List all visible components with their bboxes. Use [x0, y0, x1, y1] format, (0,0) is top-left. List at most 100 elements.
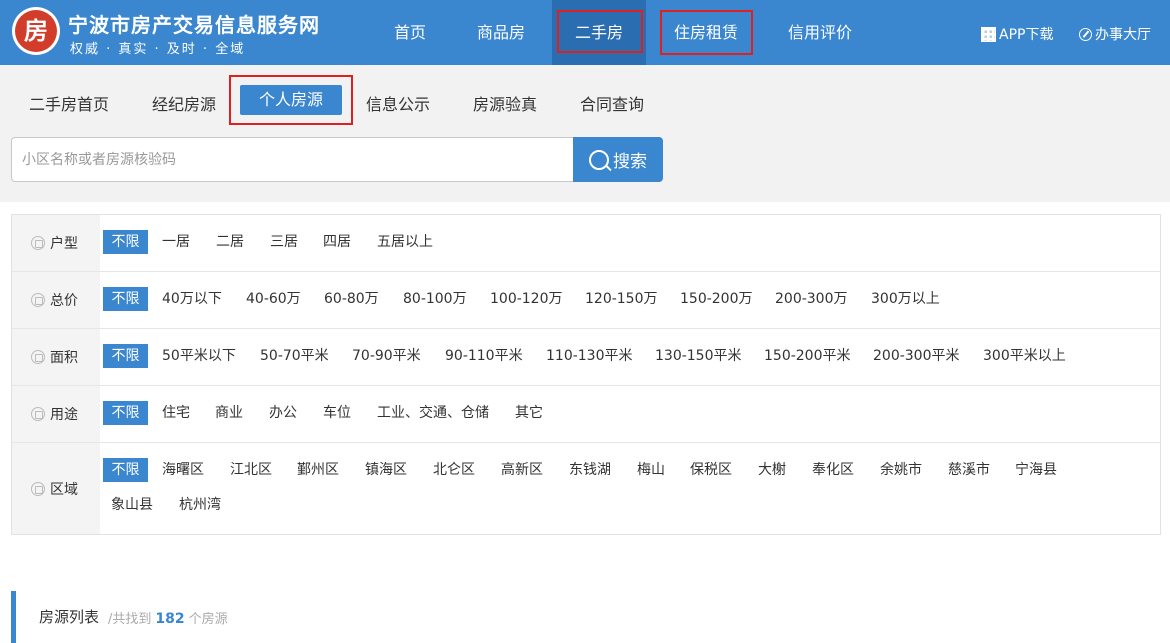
- filter-row-area: 面积 不限 50平米以下 50-70平米 70-90平米 90-110平米 11…: [12, 329, 1160, 386]
- filter-option[interactable]: 保税区: [690, 458, 732, 482]
- filter-row-usage: 用途 不限 住宅 商业 办公 车位 工业、交通、仓储 其它: [12, 386, 1160, 443]
- subnav-info-notice[interactable]: 信息公示: [366, 91, 430, 115]
- filter-label-text: 总价: [50, 293, 78, 309]
- subnav-area: 二手房首页 经纪房源 个人房源 信息公示 房源验真 合同查询 搜索: [0, 65, 1170, 202]
- filter-option[interactable]: 90-110平米: [445, 344, 523, 368]
- qr-code-icon: [981, 26, 996, 42]
- subnav-secondhand-home[interactable]: 二手房首页: [29, 91, 109, 115]
- filter-option[interactable]: 鄞州区: [297, 458, 339, 482]
- filter-row-layout: 户型 不限 一居 二居 三居 四居 五居以上: [12, 215, 1160, 272]
- filter-option[interactable]: 工业、交通、仓储: [377, 401, 489, 425]
- filter-option[interactable]: 北仑区: [433, 458, 475, 482]
- site-logo[interactable]: 房: [12, 7, 60, 55]
- subnav-listing-verify[interactable]: 房源验真: [473, 91, 537, 115]
- filter-option[interactable]: 商业: [215, 401, 243, 425]
- subnav-agency-listings[interactable]: 经纪房源: [152, 91, 216, 115]
- filter-option[interactable]: 东钱湖: [569, 458, 611, 482]
- filter-option[interactable]: 海曙区: [162, 458, 204, 482]
- filter-row-district: 区域 不限 海曙区 江北区 鄞州区 镇海区 北仑区 高新区 东钱湖 梅山 保税区…: [12, 443, 1160, 534]
- filter-option[interactable]: 办公: [269, 401, 297, 425]
- site-header: 房 宁波市房产交易信息服务网 权威 · 真实 · 及时 · 全域 首页 商品房 …: [0, 0, 1170, 65]
- filter-label-text: 户型: [50, 236, 78, 252]
- subnav-personal-listings[interactable]: 个人房源: [240, 85, 342, 115]
- filter-label-layout: 户型: [12, 215, 100, 271]
- filter-label-text: 面积: [50, 350, 78, 366]
- filter-option[interactable]: 四居: [323, 230, 351, 254]
- site-title[interactable]: 宁波市房产交易信息服务网: [68, 9, 320, 38]
- app-download-label: APP下载: [999, 27, 1054, 43]
- subnav-contract-query[interactable]: 合同查询: [580, 91, 644, 115]
- filter-option[interactable]: 高新区: [501, 458, 543, 482]
- nav-credit[interactable]: 信用评价: [780, 0, 860, 65]
- filter-option[interactable]: 住宅: [162, 401, 190, 425]
- filter-option[interactable]: 40-60万: [246, 287, 301, 311]
- yen-icon: [31, 293, 45, 307]
- filter-option[interactable]: 其它: [515, 401, 543, 425]
- filter-option[interactable]: 大榭: [758, 458, 786, 482]
- filter-option-all[interactable]: 不限: [103, 230, 148, 254]
- filter-option[interactable]: 110-130平米: [546, 344, 633, 368]
- nav-home[interactable]: 首页: [378, 0, 442, 65]
- filter-option[interactable]: 奉化区: [812, 458, 854, 482]
- filter-option[interactable]: 150-200万: [680, 287, 753, 311]
- search-button[interactable]: 搜索: [573, 137, 663, 182]
- filter-option[interactable]: 二居: [216, 230, 244, 254]
- filter-option[interactable]: 300平米以上: [983, 344, 1066, 368]
- search-input[interactable]: [11, 137, 574, 182]
- filter-label-usage: 用途: [12, 386, 100, 442]
- layers-icon: [31, 350, 45, 364]
- filter-option[interactable]: 一居: [162, 230, 190, 254]
- filter-option-all[interactable]: 不限: [103, 344, 148, 368]
- nav-second-hand[interactable]: 二手房: [552, 0, 646, 65]
- filter-option[interactable]: 江北区: [230, 458, 272, 482]
- site-slogan: 权威 · 真实 · 及时 · 全域: [70, 42, 246, 57]
- filter-option[interactable]: 镇海区: [365, 458, 407, 482]
- results-count: 182: [155, 611, 185, 627]
- filter-option[interactable]: 宁海县: [1015, 458, 1057, 482]
- filter-option-all[interactable]: 不限: [103, 287, 148, 311]
- filter-option[interactable]: 三居: [270, 230, 298, 254]
- search-button-label: 搜索: [613, 152, 647, 172]
- filter-option[interactable]: 慈溪市: [948, 458, 990, 482]
- nav-new-homes[interactable]: 商品房: [466, 0, 536, 65]
- filter-option[interactable]: 60-80万: [324, 287, 379, 311]
- search-icon: [589, 149, 609, 170]
- filter-option[interactable]: 50-70平米: [260, 344, 329, 368]
- nav-rental[interactable]: 住房租赁: [660, 0, 752, 65]
- filter-option[interactable]: 200-300万: [775, 287, 848, 311]
- filter-option[interactable]: 80-100万: [403, 287, 467, 311]
- service-hall-label: 办事大厅: [1095, 27, 1151, 43]
- filter-option[interactable]: 100-120万: [490, 287, 563, 311]
- filter-option[interactable]: 130-150平米: [655, 344, 742, 368]
- results-prefix: /共找到: [108, 612, 152, 627]
- filter-option[interactable]: 车位: [323, 401, 351, 425]
- filter-option[interactable]: 象山县: [111, 493, 153, 517]
- results-title: 房源列表: [39, 608, 100, 626]
- section-accent-bar: [11, 591, 16, 643]
- filter-option[interactable]: 300万以上: [871, 287, 940, 311]
- results-summary: /共找到 182 个房源: [108, 608, 228, 627]
- filter-option[interactable]: 余姚市: [880, 458, 922, 482]
- app-download-link[interactable]: APP下载: [981, 24, 1053, 44]
- service-hall-link[interactable]: 办事大厅: [1079, 24, 1151, 44]
- filter-option[interactable]: 150-200平米: [764, 344, 851, 368]
- filter-option-all[interactable]: 不限: [103, 458, 148, 482]
- grid-icon: [31, 407, 45, 421]
- filter-label-text: 用途: [50, 407, 78, 423]
- results-suffix: 个房源: [188, 612, 228, 627]
- filter-option-all[interactable]: 不限: [103, 401, 148, 425]
- filter-option[interactable]: 40万以下: [162, 287, 222, 311]
- filter-option[interactable]: 50平米以下: [162, 344, 236, 368]
- filter-option[interactable]: 五居以上: [377, 230, 433, 254]
- house-icon: [31, 236, 45, 250]
- filter-option[interactable]: 杭州湾: [179, 493, 221, 517]
- filter-label-price: 总价: [12, 272, 100, 328]
- filter-panel: 户型 不限 一居 二居 三居 四居 五居以上 总价 不限 40万以下 40-60…: [11, 214, 1161, 535]
- filter-option[interactable]: 200-300平米: [873, 344, 960, 368]
- map-pin-icon: [31, 481, 45, 496]
- logo-mark: 房: [15, 10, 57, 52]
- filter-label-area: 面积: [12, 329, 100, 385]
- filter-option[interactable]: 120-150万: [585, 287, 658, 311]
- filter-option[interactable]: 梅山: [637, 458, 665, 482]
- filter-option[interactable]: 70-90平米: [352, 344, 421, 368]
